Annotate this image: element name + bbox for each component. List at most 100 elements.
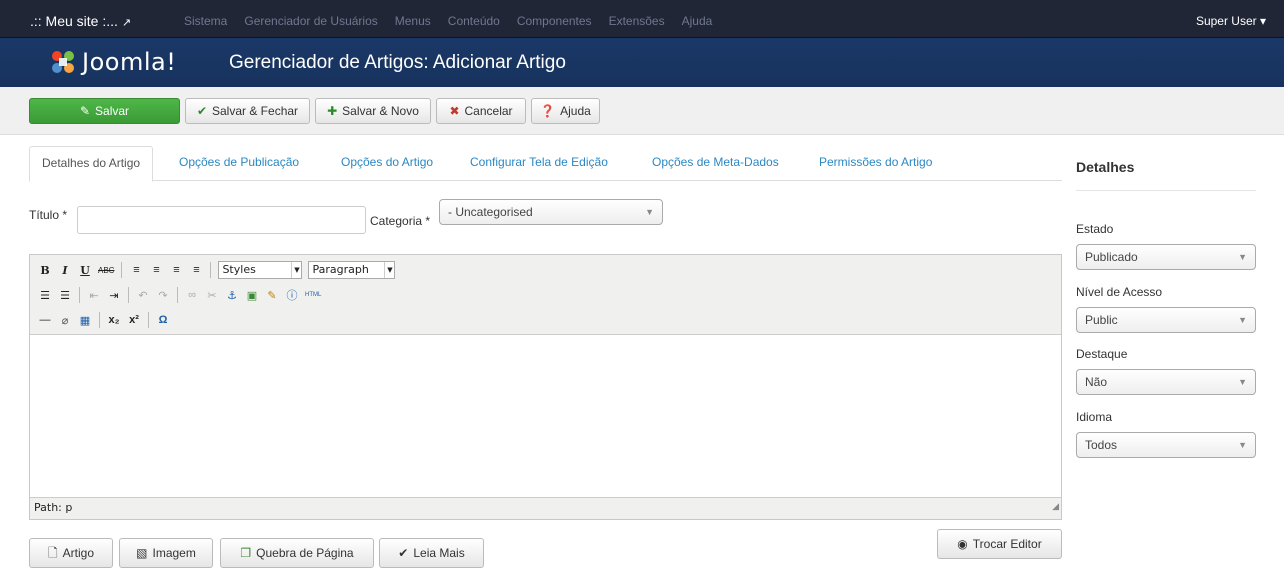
cancel-button[interactable]: ✖ Cancelar [436, 98, 526, 124]
menu-sistema[interactable]: Sistema [184, 0, 227, 38]
redo-icon[interactable]: ↷ [156, 287, 170, 303]
save-button[interactable]: ✎ Salvar [29, 98, 180, 124]
main-menu: Sistema Gerenciador de Usuários Menus Co… [184, 0, 729, 38]
user-menu[interactable]: Super User ▾ [1196, 0, 1266, 42]
bold-icon[interactable]: B [38, 262, 52, 278]
toolbar: ✎ Salvar ✔ Salvar & Fechar ✚ Salvar & No… [0, 87, 1284, 135]
menu-componentes[interactable]: Componentes [517, 0, 592, 38]
toggle-editor-button[interactable]: ◉ Trocar Editor [937, 529, 1062, 559]
access-label: Nível de Acesso [1076, 285, 1163, 299]
subscript-icon[interactable]: x₂ [107, 312, 121, 328]
article-tabs: Detalhes do Artigo Opções de Publicação … [29, 146, 1062, 182]
html-icon[interactable]: HTML [305, 287, 321, 303]
editor-content-area[interactable] [30, 335, 1061, 499]
question-icon: ❓ [540, 104, 556, 118]
document-icon: 🗋 [47, 546, 58, 560]
eraser-icon[interactable]: ⌀ [58, 312, 72, 328]
help-circle-icon[interactable]: ⓘ [285, 287, 299, 303]
chevron-down-icon: ▼ [1238, 440, 1247, 450]
omega-icon[interactable]: Ω [156, 312, 170, 328]
cancel-icon: ✖ [449, 104, 460, 118]
category-select[interactable]: - Uncategorised ▼ [439, 199, 663, 225]
eye-icon: ◉ [957, 537, 968, 551]
save-new-button[interactable]: ✚ Salvar & Novo [315, 98, 431, 124]
chevron-down-icon: ▼ [645, 207, 654, 217]
save-close-button[interactable]: ✔ Salvar & Fechar [185, 98, 310, 124]
editor-row-3: — ⌀ ▦ x₂ x² Ω [38, 310, 170, 330]
text-editor: B I U ABC ≡ ≡ ≡ ≡ Styles ▼ Paragraph ▼ ☰… [29, 254, 1062, 520]
tab-permissoes[interactable]: Permissões do Artigo [819, 146, 932, 181]
readmore-button[interactable]: ✔ Leia Mais [379, 538, 484, 568]
align-left-icon[interactable]: ≡ [129, 262, 143, 278]
joomla-logo: Joomla! [48, 44, 176, 80]
sidebar-title: Detalhes [1076, 159, 1135, 175]
page-title: Gerenciador de Artigos: Adicionar Artigo [229, 52, 566, 73]
tab-publicacao[interactable]: Opções de Publicação [179, 146, 299, 181]
external-link-icon: ↗ [121, 17, 132, 29]
check-icon: ✔ [196, 104, 207, 118]
resize-handle-icon[interactable]: ◢ [1052, 497, 1059, 517]
image-button[interactable]: ▧ Imagem [119, 538, 213, 568]
logo-text: Joomla! [82, 48, 177, 76]
align-justify-icon[interactable]: ≡ [189, 262, 203, 278]
tab-tela-edicao[interactable]: Configurar Tela de Edição [470, 146, 608, 181]
editor-toolbar: B I U ABC ≡ ≡ ≡ ≡ Styles ▼ Paragraph ▼ ☰… [30, 255, 1061, 335]
anchor-icon[interactable]: ⚓ [225, 287, 239, 303]
status-label: Estado [1076, 222, 1114, 236]
chevron-down-icon: ▼ [1238, 252, 1247, 262]
editor-path-bar: Path: p ◢ [30, 497, 1061, 519]
menu-extensoes[interactable]: Extensões [609, 0, 665, 38]
chevron-down-icon: ✔ [398, 546, 409, 560]
status-select[interactable]: Publicado ▼ [1076, 244, 1256, 270]
align-center-icon[interactable]: ≡ [149, 262, 163, 278]
help-button[interactable]: ❓ Ajuda [531, 98, 600, 124]
image-icon[interactable]: ▣ [245, 287, 259, 303]
chevron-down-icon: ▼ [291, 262, 301, 278]
title-label: Título * [29, 208, 68, 222]
article-button[interactable]: 🗋 Artigo [29, 538, 113, 568]
indent-icon[interactable]: ⇥ [107, 287, 121, 303]
access-select[interactable]: Public ▼ [1076, 307, 1256, 333]
format-select[interactable]: Paragraph ▼ [308, 261, 396, 279]
horizontal-rule-icon[interactable]: — [38, 312, 52, 328]
menu-usuarios[interactable]: Gerenciador de Usuários [244, 0, 377, 38]
menu-ajuda[interactable]: Ajuda [682, 0, 713, 38]
link-icon[interactable]: ∞ [185, 287, 199, 303]
superscript-icon[interactable]: x² [127, 312, 141, 328]
tab-detalhes[interactable]: Detalhes do Artigo [29, 146, 154, 182]
featured-select[interactable]: Não ▼ [1076, 369, 1256, 395]
italic-icon[interactable]: I [58, 262, 72, 278]
table-icon[interactable]: ▦ [78, 312, 92, 328]
editor-row-2: ☰ ☰ ⇤ ⇥ ↶ ↷ ∞ ✂ ⚓ ▣ ✎ ⓘ HTML [38, 285, 321, 305]
bullet-list-icon[interactable]: ☰ [38, 287, 52, 303]
undo-icon[interactable]: ↶ [136, 287, 150, 303]
chevron-down-icon: ▼ [1238, 315, 1247, 325]
outdent-icon[interactable]: ⇤ [87, 287, 101, 303]
chevron-down-icon: ▼ [384, 262, 394, 278]
align-right-icon[interactable]: ≡ [169, 262, 183, 278]
menu-menus[interactable]: Menus [395, 0, 431, 38]
styles-select[interactable]: Styles ▼ [218, 261, 303, 279]
featured-label: Destaque [1076, 347, 1128, 361]
copy-icon: ❐ [240, 546, 252, 560]
numbered-list-icon[interactable]: ☰ [58, 287, 72, 303]
plus-icon: ✚ [327, 104, 338, 118]
language-label: Idioma [1076, 410, 1113, 424]
language-select[interactable]: Todos ▼ [1076, 432, 1256, 458]
joomla-logo-icon [52, 51, 74, 73]
page-header: Joomla! Gerenciador de Artigos: Adiciona… [0, 38, 1284, 87]
underline-icon[interactable]: U [78, 262, 92, 278]
strikethrough-icon[interactable]: ABC [98, 262, 114, 278]
unlink-icon[interactable]: ✂ [205, 287, 219, 303]
pagebreak-button[interactable]: ❐ Quebra de Página [220, 538, 374, 568]
site-link[interactable]: .:: Meu site :... ↗ [30, 0, 131, 38]
edit-icon: ✎ [79, 104, 91, 118]
chevron-down-icon: ▼ [1238, 377, 1247, 387]
title-input[interactable] [77, 206, 366, 234]
tab-meta-dados[interactable]: Opções de Meta-Dados [652, 146, 779, 181]
tab-opcoes-artigo[interactable]: Opções do Artigo [341, 146, 433, 181]
menu-conteudo[interactable]: Conteúdo [448, 0, 500, 38]
site-name: .:: Meu site :... [30, 13, 118, 29]
category-label: Categoria * [370, 214, 431, 228]
cleanup-icon[interactable]: ✎ [265, 287, 279, 303]
